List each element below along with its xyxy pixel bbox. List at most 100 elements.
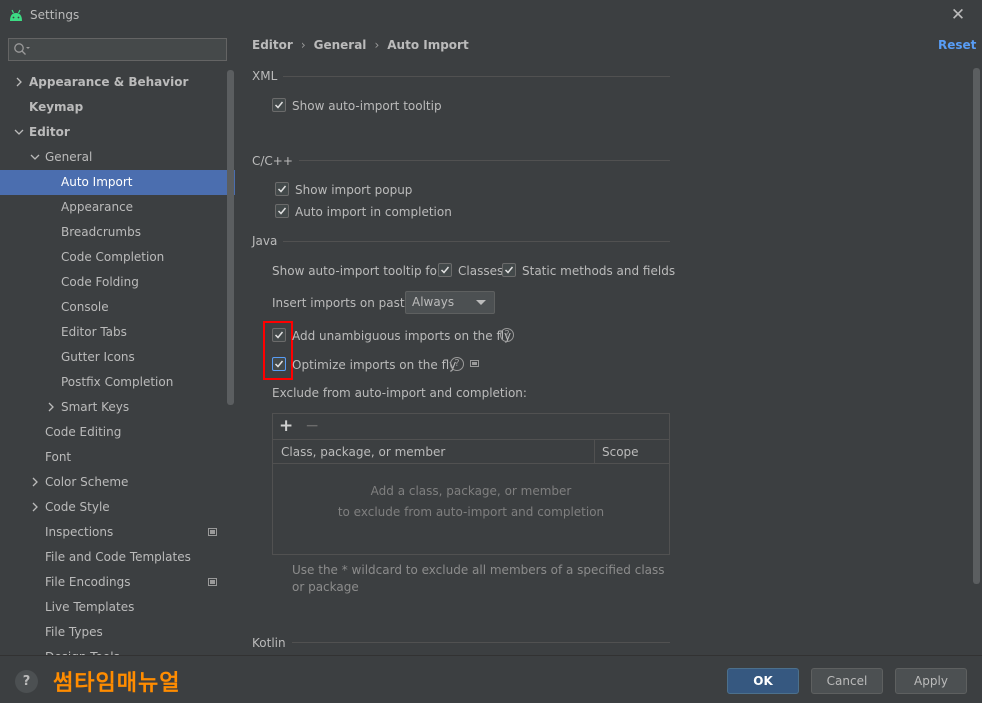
dialog-footer: ? 썸타임매뉴얼 OK Cancel Apply bbox=[0, 655, 982, 703]
chevron-down-icon bbox=[476, 300, 486, 305]
sidebar-item-code-folding[interactable]: Code Folding bbox=[0, 270, 235, 295]
sidebar-item-color-scheme[interactable]: Color Scheme bbox=[0, 470, 235, 495]
chevron-down-icon[interactable] bbox=[30, 145, 40, 170]
apply-button[interactable]: Apply bbox=[895, 668, 967, 694]
sidebar-item-appearance[interactable]: Appearance bbox=[0, 195, 235, 220]
xml-section-title: XML bbox=[252, 69, 284, 83]
unambiguous-imports-checkbox[interactable] bbox=[272, 328, 286, 342]
column-divider bbox=[594, 440, 595, 464]
exclude-table: + − Class, package, or member Scope Add … bbox=[272, 413, 670, 555]
wildcard-hint: Use the * wildcard to exclude all member… bbox=[292, 563, 665, 594]
sidebar-item-live-templates[interactable]: Live Templates bbox=[0, 595, 235, 620]
sidebar-item-appearance-behavior[interactable]: Appearance & Behavior bbox=[0, 70, 235, 95]
sidebar-item-auto-import[interactable]: Auto Import bbox=[0, 170, 235, 195]
sidebar-item-code-style[interactable]: Code Style bbox=[0, 495, 235, 520]
cpp-auto-import-label: Auto import in completion bbox=[295, 205, 452, 219]
sidebar-item-file-and-code-templates[interactable]: File and Code Templates bbox=[0, 545, 235, 570]
xml-separator bbox=[278, 76, 670, 77]
window-title: Settings bbox=[30, 8, 80, 22]
project-level-icon bbox=[470, 360, 479, 367]
cpp-auto-import-checkbox[interactable] bbox=[275, 204, 289, 218]
breadcrumb-auto-import: Auto Import bbox=[387, 38, 469, 52]
sidebar-item-file-types[interactable]: File Types bbox=[0, 620, 235, 645]
sidebar-item-breadcrumbs[interactable]: Breadcrumbs bbox=[0, 220, 235, 245]
search-icon bbox=[14, 43, 30, 55]
breadcrumb-editor[interactable]: Editor bbox=[252, 38, 293, 52]
sidebar-item-postfix-completion[interactable]: Postfix Completion bbox=[0, 370, 235, 395]
sidebar-item-label: Postfix Completion bbox=[61, 375, 174, 389]
close-icon[interactable]: ✕ bbox=[948, 5, 968, 25]
watermark: 썸타임매뉴얼 bbox=[53, 671, 181, 696]
settings-sidebar: Appearance & Behavior Keymap Editor General… bbox=[0, 30, 235, 655]
sidebar-item-keymap[interactable]: Keymap bbox=[0, 95, 235, 120]
sidebar-item-label: Code Style bbox=[45, 500, 110, 514]
sidebar-item-inspections[interactable]: Inspections bbox=[0, 520, 235, 545]
sidebar-item-editor[interactable]: Editor bbox=[0, 120, 235, 145]
sidebar-item-label: Live Templates bbox=[45, 600, 135, 614]
project-level-icon bbox=[208, 578, 217, 586]
cpp-show-popup-label: Show import popup bbox=[295, 183, 413, 197]
sidebar-item-smart-keys[interactable]: Smart Keys bbox=[0, 395, 235, 420]
kotlin-section-title: Kotlin bbox=[252, 636, 292, 650]
help-icon[interactable]: ? bbox=[500, 328, 514, 342]
sidebar-item-label: Inspections bbox=[45, 525, 114, 539]
sidebar-item-label: Breadcrumbs bbox=[61, 225, 141, 239]
sidebar-item-label: General bbox=[45, 150, 93, 164]
exclude-label: Exclude from auto-import and completion: bbox=[272, 386, 527, 400]
sidebar-item-font[interactable]: Font bbox=[0, 445, 235, 470]
cpp-separator bbox=[294, 160, 670, 161]
add-icon[interactable]: + bbox=[279, 416, 295, 436]
cpp-section-title: C/C++ bbox=[252, 154, 299, 168]
sidebar-scrollbar[interactable] bbox=[227, 70, 234, 405]
breadcrumb: Editor › General › Auto Import bbox=[252, 38, 469, 54]
settings-content: Editor › General › Auto Import Reset XML Sho… bbox=[236, 30, 982, 655]
insert-imports-dropdown[interactable]: Always bbox=[405, 291, 495, 314]
sidebar-item-general[interactable]: General bbox=[0, 145, 235, 170]
java-classes-checkbox[interactable] bbox=[438, 263, 452, 277]
column-header-scope[interactable]: Scope bbox=[602, 445, 639, 459]
column-header-member[interactable]: Class, package, or member bbox=[281, 445, 445, 459]
java-classes-label: Classes bbox=[458, 264, 504, 278]
java-tooltip-for-label: Show auto-import tooltip for: bbox=[272, 264, 446, 278]
chevron-right-icon[interactable] bbox=[14, 70, 24, 95]
help-button[interactable]: ? bbox=[15, 670, 38, 693]
sidebar-item-label: Smart Keys bbox=[61, 400, 130, 414]
cancel-button[interactable]: Cancel bbox=[811, 668, 883, 694]
title-bar: Settings ✕ bbox=[0, 0, 982, 30]
chevron-down-icon[interactable] bbox=[14, 120, 24, 145]
optimize-imports-checkbox[interactable] bbox=[272, 357, 286, 371]
sidebar-item-file-encodings[interactable]: File Encodings bbox=[0, 570, 235, 595]
table-toolbar: + − bbox=[273, 414, 669, 440]
sidebar-item-label: Design Tools bbox=[45, 645, 120, 655]
remove-icon[interactable]: − bbox=[305, 416, 321, 436]
java-static-methods-checkbox[interactable] bbox=[502, 263, 516, 277]
search-input[interactable] bbox=[8, 38, 227, 61]
sidebar-item-label: Console bbox=[61, 300, 109, 314]
sidebar-item-editor-tabs[interactable]: Editor Tabs bbox=[0, 320, 235, 345]
xml-show-tooltip-checkbox[interactable] bbox=[272, 98, 286, 112]
sidebar-item-gutter-icons[interactable]: Gutter Icons bbox=[0, 345, 235, 370]
sidebar-item-label: Editor bbox=[29, 125, 70, 139]
help-icon[interactable]: ? bbox=[450, 357, 464, 371]
optimize-imports-label: Optimize imports on the fly bbox=[292, 358, 457, 372]
ok-button[interactable]: OK bbox=[727, 668, 799, 694]
chevron-right-icon: › bbox=[300, 38, 306, 52]
sidebar-item-console[interactable]: Console bbox=[0, 295, 235, 320]
unambiguous-imports-label: Add unambiguous imports on the fly bbox=[292, 329, 512, 343]
sidebar-item-label: Appearance bbox=[61, 200, 134, 214]
chevron-right-icon[interactable] bbox=[30, 470, 40, 495]
sidebar-item-code-completion[interactable]: Code Completion bbox=[0, 245, 235, 270]
content-scrollbar[interactable] bbox=[973, 68, 980, 584]
chevron-right-icon[interactable] bbox=[30, 495, 40, 520]
java-section-title: Java bbox=[252, 234, 284, 248]
chevron-right-icon[interactable] bbox=[46, 395, 56, 420]
sidebar-item-label: Gutter Icons bbox=[61, 350, 135, 364]
sidebar-item-design-tools[interactable]: Design Tools bbox=[0, 645, 235, 655]
breadcrumb-general[interactable]: General bbox=[314, 38, 367, 52]
sidebar-item-label: File Types bbox=[45, 625, 103, 639]
reset-link[interactable]: Reset bbox=[938, 38, 976, 52]
sidebar-item-code-editing[interactable]: Code Editing bbox=[0, 420, 235, 445]
chevron-right-icon: › bbox=[374, 38, 380, 52]
sidebar-item-label: Code Completion bbox=[61, 250, 165, 264]
cpp-show-popup-checkbox[interactable] bbox=[275, 182, 289, 196]
